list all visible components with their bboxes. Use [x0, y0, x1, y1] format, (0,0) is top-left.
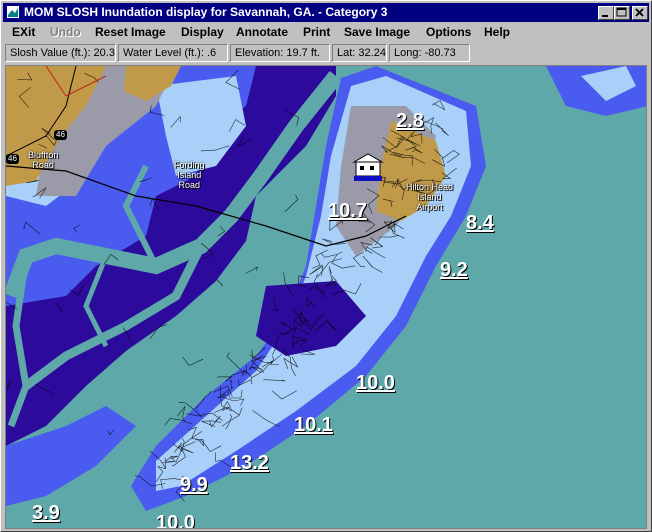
menu-help[interactable]: Help — [484, 25, 510, 39]
route-46-shield-2: 46 — [6, 154, 19, 164]
latitude-field: Lat: 32.24 — [332, 44, 387, 62]
menu-reset-image[interactable]: Reset Image — [95, 25, 166, 39]
label-fording-island-road: Fording Island Road — [174, 160, 205, 190]
surge-value-label[interactable]: 10.1 — [294, 414, 333, 437]
elevation-field: Elevation: 19.7 ft. — [230, 44, 330, 62]
map-canvas[interactable] — [6, 66, 647, 529]
menu-undo[interactable]: Undo — [50, 25, 81, 39]
inundation-map[interactable]: Bluffton Road Fording Island Road Hilton He… — [5, 65, 647, 529]
water-level-field: Water Level (ft.): .6 — [118, 44, 228, 62]
menu-exit[interactable]: EXit — [12, 25, 35, 39]
title-bar[interactable]: MOM SLOSH Inundation display for Savanna… — [3, 3, 649, 22]
longitude-field: Long: -80.73 — [389, 44, 470, 62]
close-icon — [635, 8, 644, 17]
minimize-button[interactable] — [598, 6, 614, 20]
surge-value-label[interactable]: 9.2 — [440, 259, 468, 282]
app-window: MOM SLOSH Inundation display for Savanna… — [0, 0, 652, 532]
menu-annotate[interactable]: Annotate — [236, 25, 288, 39]
slosh-value-field: Slosh Value (ft.): 20.3 — [5, 44, 116, 62]
maximize-icon — [616, 7, 627, 17]
surge-value-label[interactable]: 10.0 — [156, 512, 195, 528]
app-icon — [7, 6, 19, 18]
menu-save-image[interactable]: Save Image — [344, 25, 410, 39]
menu-options[interactable]: Options — [426, 25, 471, 39]
menu-display[interactable]: Display — [181, 25, 224, 39]
label-hilton-head-airport: Hilton Head Island Airport — [406, 182, 454, 212]
maximize-button[interactable] — [614, 6, 630, 20]
menu-bar: EXit Undo Reset Image Display Annotate P… — [3, 23, 649, 42]
surge-value-label[interactable]: 9.9 — [180, 474, 208, 497]
surge-value-label[interactable]: 8.4 — [466, 212, 494, 235]
surge-value-label[interactable]: 2.8 — [396, 110, 424, 133]
surge-value-label[interactable]: 3.9 — [32, 502, 60, 525]
menu-print[interactable]: Print — [303, 25, 330, 39]
status-bar: Slosh Value (ft.): 20.3 Water Level (ft.… — [3, 43, 649, 63]
route-46-shield: 46 — [54, 130, 67, 140]
close-button[interactable] — [632, 6, 648, 20]
surge-value-label[interactable]: 10.0 — [356, 372, 395, 395]
surge-value-label[interactable]: 13.2 — [230, 452, 269, 475]
label-bluffton-road: Bluffton Road — [28, 150, 59, 170]
minimize-icon — [602, 15, 608, 17]
surge-value-label[interactable]: 10.7 — [328, 200, 367, 223]
window-title: MOM SLOSH Inundation display for Savanna… — [24, 5, 388, 19]
